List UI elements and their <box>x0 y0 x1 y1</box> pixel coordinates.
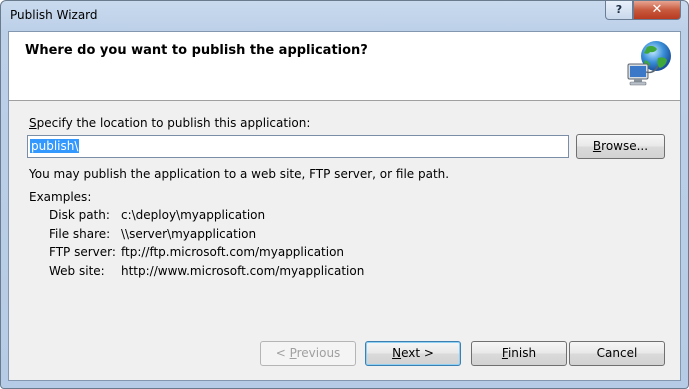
example-value: c:\deploy\myapplication <box>121 208 266 222</box>
cancel-button[interactable]: Cancel <box>569 341 665 366</box>
example-key: Disk path: <box>49 208 110 222</box>
examples-label: Examples: <box>29 190 92 204</box>
page-title: Where do you want to publish the applica… <box>25 43 368 58</box>
location-input-value: publish\ <box>30 139 80 153</box>
example-value: http://www.microsoft.com/myapplication <box>121 264 365 278</box>
close-button[interactable]: ✕ <box>633 1 681 20</box>
example-value: \\server\myapplication <box>121 227 257 241</box>
example-key: FTP server: <box>49 245 116 259</box>
window-title: Publish Wizard <box>10 8 98 22</box>
publish-info-text: You may publish the application to a web… <box>29 167 450 181</box>
globe-network-icon <box>627 41 671 86</box>
previous-button[interactable]: < Previous <box>260 341 356 366</box>
example-key: File share: <box>49 227 111 241</box>
example-value: ftp://ftp.microsoft.com/myapplication <box>121 245 345 259</box>
finish-button[interactable]: Finish <box>471 341 567 366</box>
example-key: Web site: <box>49 264 105 278</box>
title-bar[interactable]: Publish Wizard ? ✕ <box>1 1 688 31</box>
next-button[interactable]: Next > <box>365 341 461 366</box>
wizard-body: Where do you want to publish the applica… <box>8 31 681 381</box>
publish-wizard-window: Publish Wizard ? ✕ Where do you want to … <box>0 0 689 389</box>
wizard-header: Where do you want to publish the applica… <box>9 32 680 101</box>
location-label: Specify the location to publish this app… <box>29 116 311 130</box>
help-button[interactable]: ? <box>605 1 633 20</box>
browse-button[interactable]: Browse... <box>576 134 665 159</box>
location-input[interactable]: publish\ <box>27 135 569 158</box>
